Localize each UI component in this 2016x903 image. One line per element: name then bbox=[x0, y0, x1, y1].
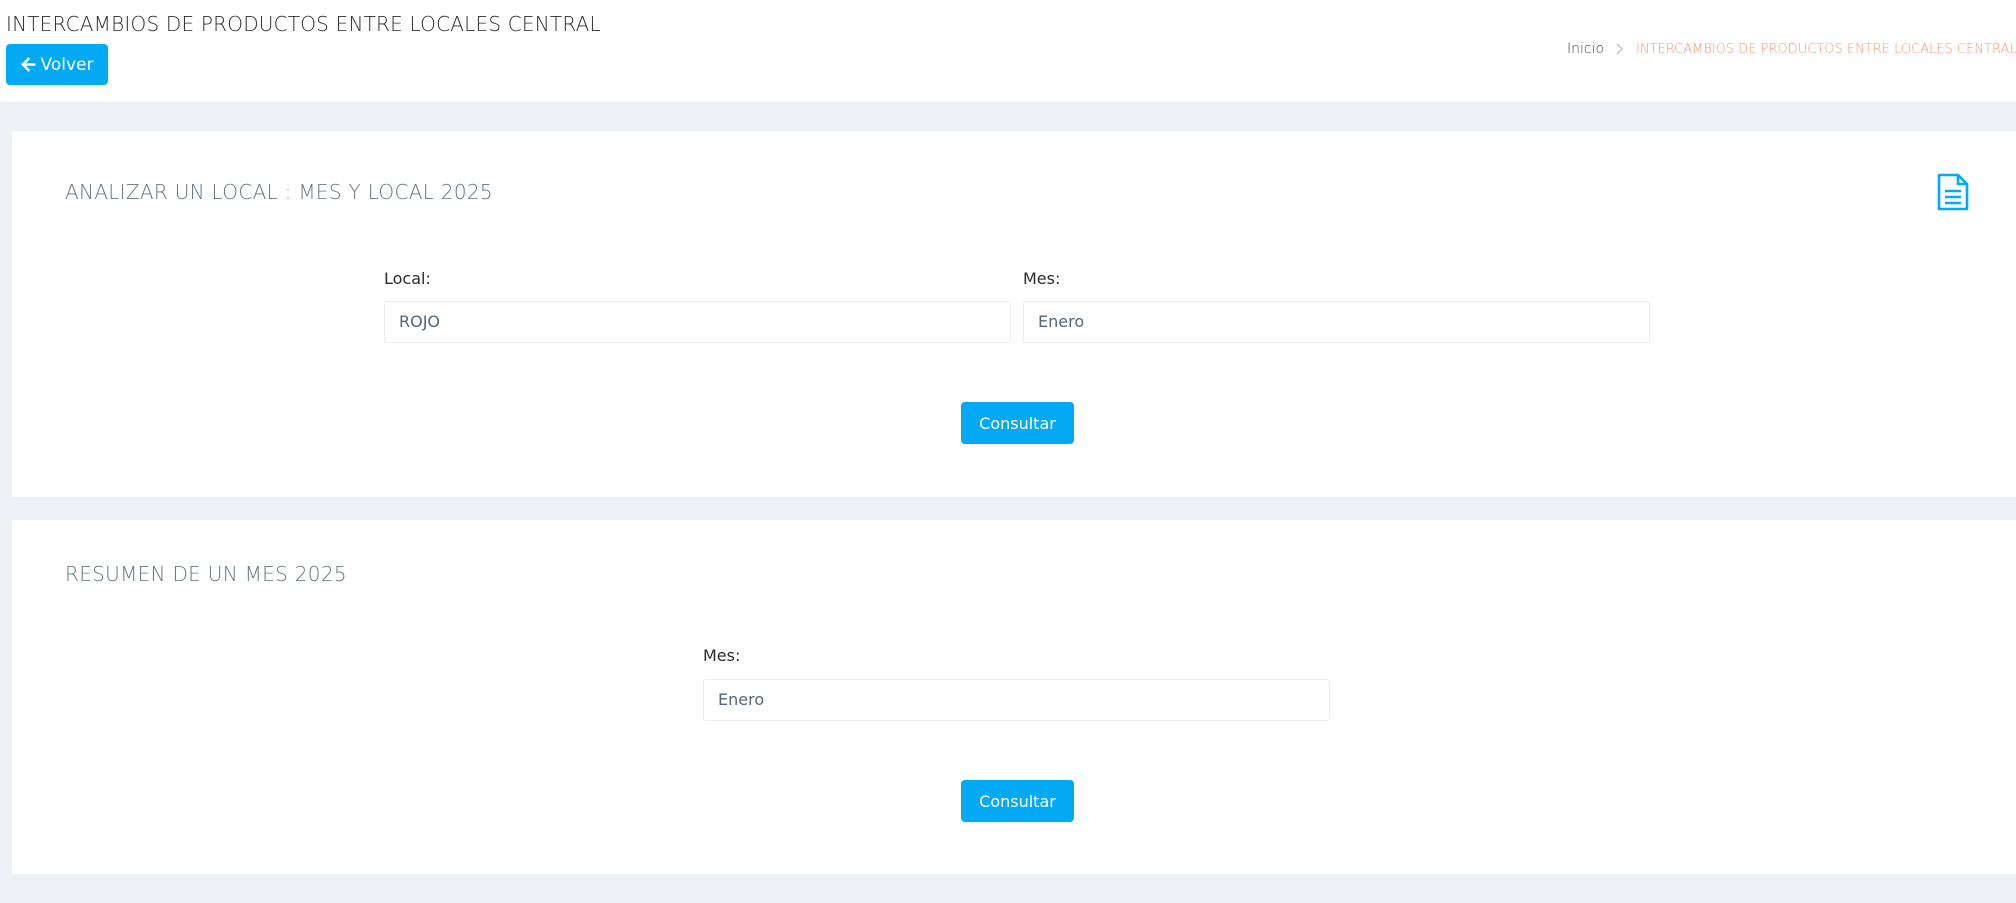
month-summary-title: RESUMEN DE UN MES 2025 bbox=[65, 562, 347, 586]
local-label: Local: bbox=[384, 269, 431, 288]
consultar-local-button[interactable]: Consultar bbox=[961, 402, 1074, 444]
document-icon[interactable] bbox=[1936, 173, 1970, 211]
breadcrumb: Inicio INTERCAMBIOS DE PRODUCTOS ENTRE L… bbox=[1567, 39, 2016, 59]
local-select[interactable]: ROJO bbox=[384, 301, 1011, 343]
page-title: INTERCAMBIOS DE PRODUCTOS ENTRE LOCALES … bbox=[6, 12, 601, 36]
mes-select[interactable]: Enero bbox=[1023, 301, 1650, 343]
analyze-local-title: ANALIZAR UN LOCAL : MES Y LOCAL 2025 bbox=[65, 180, 493, 204]
summary-mes-select[interactable]: Enero bbox=[703, 679, 1330, 721]
analyze-local-card: ANALIZAR UN LOCAL : MES Y LOCAL 2025 Loc… bbox=[12, 131, 2016, 497]
month-summary-card: RESUMEN DE UN MES 2025 Mes: Enero Consul… bbox=[12, 520, 2016, 874]
back-button[interactable]: Volver bbox=[6, 44, 108, 85]
page-header: INTERCAMBIOS DE PRODUCTOS ENTRE LOCALES … bbox=[0, 0, 2016, 102]
breadcrumb-current: INTERCAMBIOS DE PRODUCTOS ENTRE LOCALES … bbox=[1636, 41, 2016, 57]
mes-label: Mes: bbox=[1023, 269, 1061, 288]
back-button-label: Volver bbox=[40, 54, 94, 75]
arrow-left-icon bbox=[20, 57, 35, 72]
chevron-right-icon bbox=[1616, 43, 1624, 55]
summary-mes-label: Mes: bbox=[703, 646, 741, 665]
breadcrumb-home-link[interactable]: Inicio bbox=[1567, 41, 1604, 57]
consultar-mes-button[interactable]: Consultar bbox=[961, 780, 1074, 822]
